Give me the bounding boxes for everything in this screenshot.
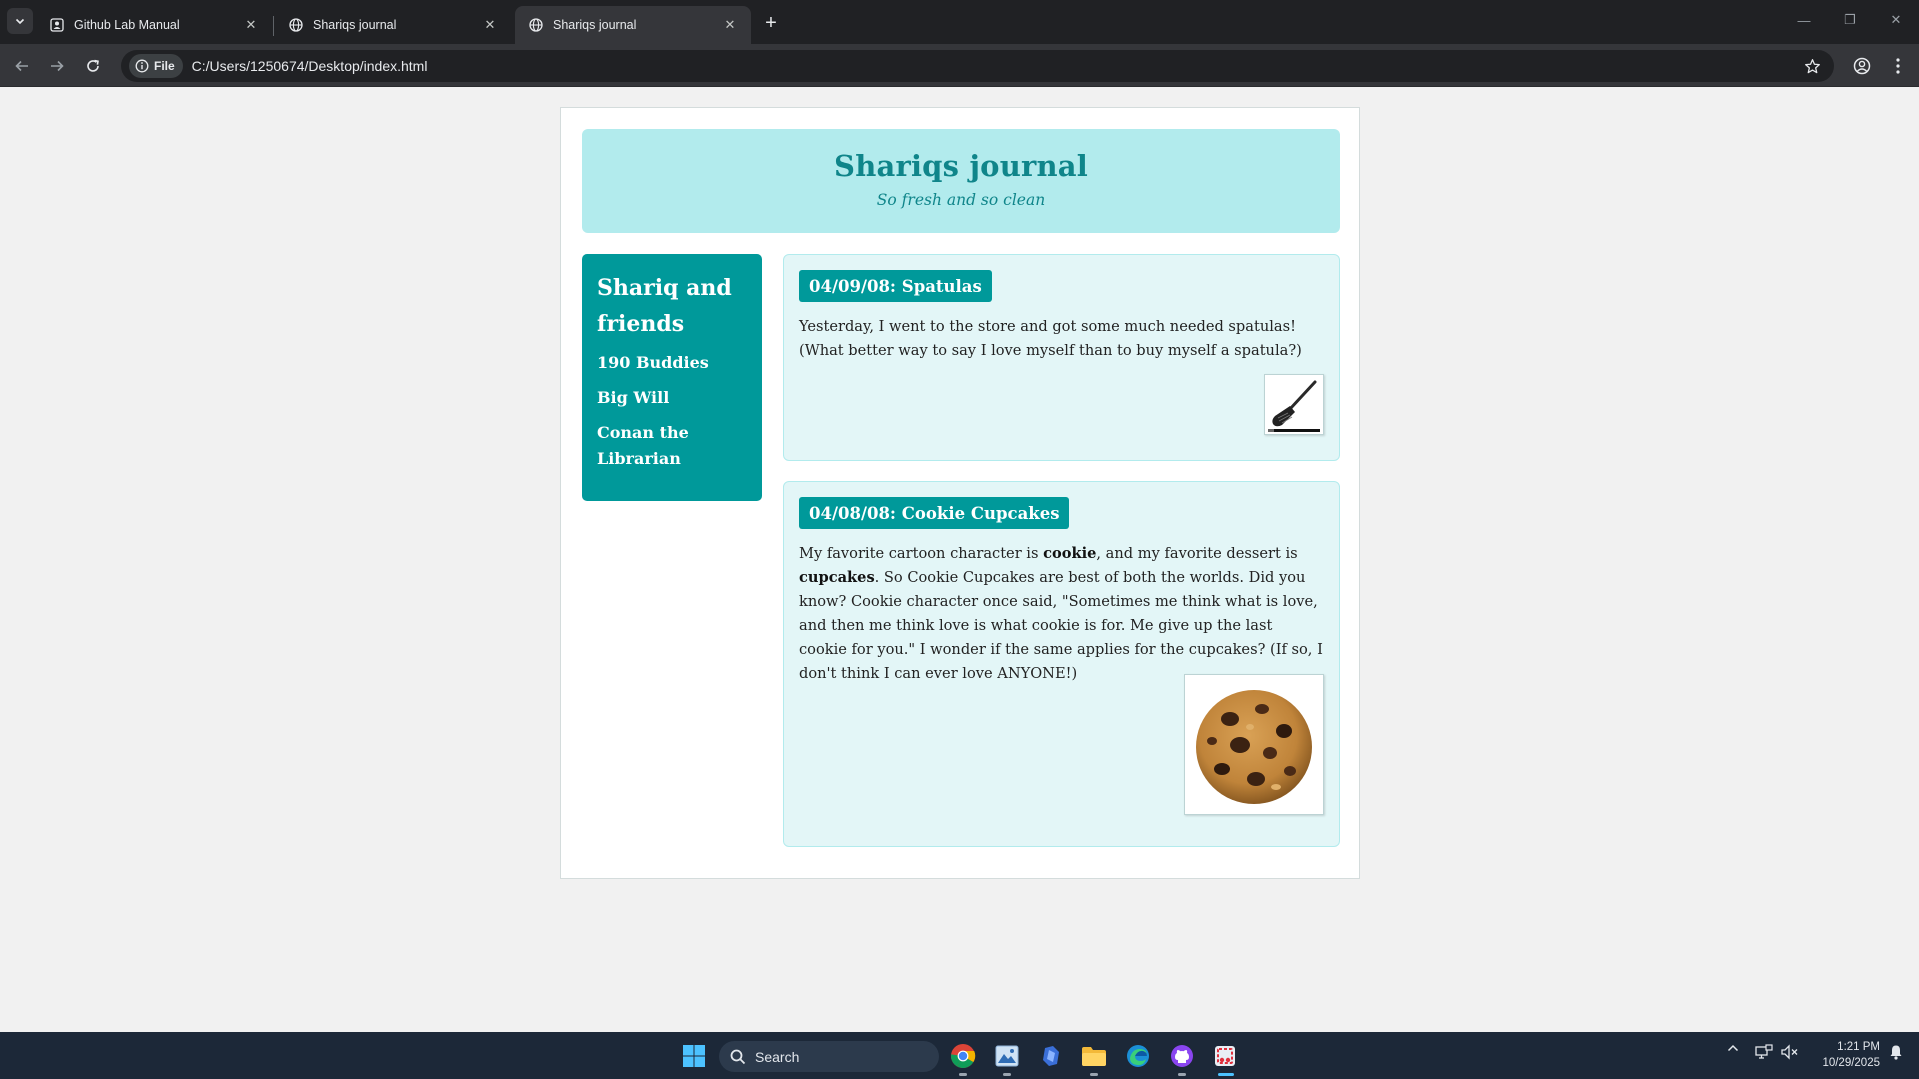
browser-toolbar: File C:/Users/1250674/Desktop/index.html bbox=[0, 44, 1919, 87]
tab-github-lab-manual[interactable]: Github Lab Manual ✕ bbox=[36, 6, 272, 44]
friend-item: 190 Buddies bbox=[597, 353, 709, 372]
tab-divider bbox=[273, 16, 274, 36]
back-button[interactable] bbox=[8, 52, 36, 80]
browser-tab-bar: Github Lab Manual ✕ Shariqs journal ✕ Sh… bbox=[0, 0, 1919, 44]
page-subtitle: So fresh and so clean bbox=[876, 191, 1046, 209]
site-info-chip[interactable]: File bbox=[129, 54, 183, 78]
clock-time: 1:21 PM bbox=[1837, 1041, 1880, 1053]
search-icon bbox=[730, 1049, 746, 1064]
taskbar-search-box[interactable]: Search bbox=[719, 1041, 939, 1072]
spatula-image bbox=[1264, 374, 1324, 435]
info-icon bbox=[135, 59, 149, 73]
chrome-icon[interactable] bbox=[948, 1041, 978, 1071]
close-icon[interactable]: ✕ bbox=[481, 16, 499, 34]
chevron-up-icon[interactable] bbox=[1723, 1044, 1743, 1052]
tab-shariqs-journal[interactable]: Shariqs journal ✕ bbox=[275, 6, 511, 44]
post-bold-text: cupcakes bbox=[799, 569, 875, 586]
account-circle-icon bbox=[1853, 57, 1871, 75]
reload-button[interactable] bbox=[79, 52, 107, 80]
globe-icon bbox=[288, 17, 304, 33]
page-title: Shariqs journal bbox=[834, 149, 1088, 183]
cookie-image bbox=[1184, 674, 1324, 815]
volume-muted-icon[interactable] bbox=[1778, 1044, 1800, 1060]
chip-label: File bbox=[154, 59, 175, 73]
running-indicator bbox=[1003, 1073, 1011, 1076]
post-body: My favorite cartoon character is cookie,… bbox=[799, 542, 1324, 686]
copilot-icon[interactable] bbox=[1036, 1041, 1066, 1071]
running-indicator bbox=[1178, 1073, 1186, 1076]
profile-button[interactable] bbox=[1848, 52, 1876, 80]
forward-button[interactable] bbox=[43, 52, 71, 80]
tab-label: Shariqs journal bbox=[313, 18, 397, 32]
post-title: 04/08/08: Cookie Cupcakes bbox=[799, 497, 1070, 529]
journal-page: Shariqs journal So fresh and so clean Sh… bbox=[560, 107, 1360, 879]
active-app-indicator bbox=[1218, 1073, 1234, 1076]
edge-icon[interactable] bbox=[1123, 1041, 1153, 1071]
windows-taskbar: Search 1:21 PM 10/29/2025 bbox=[0, 1032, 1919, 1079]
clock-date: 10/29/2025 bbox=[1822, 1057, 1880, 1069]
profile-page-icon bbox=[49, 17, 65, 33]
chevron-down-icon bbox=[15, 18, 25, 25]
menu-button[interactable] bbox=[1884, 52, 1912, 80]
post-text: My favorite cartoon character is bbox=[799, 545, 1044, 562]
close-icon[interactable]: ✕ bbox=[242, 16, 260, 34]
tab-label: Github Lab Manual bbox=[74, 18, 180, 32]
file-explorer-icon[interactable] bbox=[1079, 1041, 1109, 1071]
tab-search-button[interactable] bbox=[7, 8, 33, 34]
reload-icon bbox=[87, 59, 99, 72]
minimize-icon[interactable]: — bbox=[1781, 6, 1827, 34]
friends-sidebar: Shariq and friends 190 Buddies Big Will … bbox=[582, 254, 762, 501]
new-tab-button[interactable]: + bbox=[757, 9, 785, 37]
post-title: 04/09/08: Spatulas bbox=[799, 270, 992, 302]
post-bold-text: cookie bbox=[1043, 545, 1097, 562]
notification-bell-icon[interactable] bbox=[1885, 1044, 1907, 1060]
window-close-icon[interactable]: ✕ bbox=[1873, 6, 1919, 34]
journal-post-spatulas: 04/09/08: Spatulas Yesterday, I went to … bbox=[783, 254, 1340, 461]
tab-shariqs-journal-active[interactable]: Shariqs journal ✕ bbox=[515, 6, 751, 44]
post-body: Yesterday, I went to the store and got s… bbox=[799, 318, 1302, 359]
close-icon[interactable]: ✕ bbox=[721, 16, 739, 34]
star-icon[interactable] bbox=[1802, 56, 1822, 76]
url-text[interactable]: C:/Users/1250674/Desktop/index.html bbox=[192, 58, 428, 74]
globe-icon bbox=[528, 17, 544, 33]
friend-item: Big Will bbox=[597, 388, 670, 407]
github-desktop-icon[interactable] bbox=[1167, 1041, 1197, 1071]
photos-app-icon[interactable] bbox=[992, 1041, 1022, 1071]
page-header: Shariqs journal So fresh and so clean bbox=[582, 129, 1340, 233]
post-text: . So Cookie Cupcakes are best of both th… bbox=[799, 569, 1323, 682]
running-indicator bbox=[959, 1073, 967, 1076]
sidebar-heading: Shariq and friends bbox=[597, 275, 732, 337]
network-icon[interactable] bbox=[1753, 1044, 1775, 1060]
more-vertical-icon bbox=[1896, 58, 1900, 74]
snipping-tool-icon[interactable] bbox=[1210, 1041, 1240, 1071]
taskbar-clock[interactable]: 1:21 PM 10/29/2025 bbox=[1808, 1039, 1880, 1071]
arrow-right-icon bbox=[51, 60, 64, 72]
tab-label: Shariqs journal bbox=[553, 18, 637, 32]
running-indicator bbox=[1090, 1073, 1098, 1076]
windows-logo-icon bbox=[683, 1045, 705, 1067]
search-label: Search bbox=[755, 1048, 800, 1065]
friend-item: Conan the Librarian bbox=[597, 423, 689, 468]
arrow-left-icon bbox=[15, 60, 28, 72]
address-bar[interactable]: File C:/Users/1250674/Desktop/index.html bbox=[121, 50, 1834, 82]
post-text: , and my favorite dessert is bbox=[1096, 545, 1298, 562]
restore-icon[interactable]: ❐ bbox=[1827, 6, 1873, 34]
journal-post-cookie-cupcakes: 04/08/08: Cookie Cupcakes My favorite ca… bbox=[783, 481, 1340, 847]
start-button[interactable] bbox=[679, 1041, 709, 1071]
